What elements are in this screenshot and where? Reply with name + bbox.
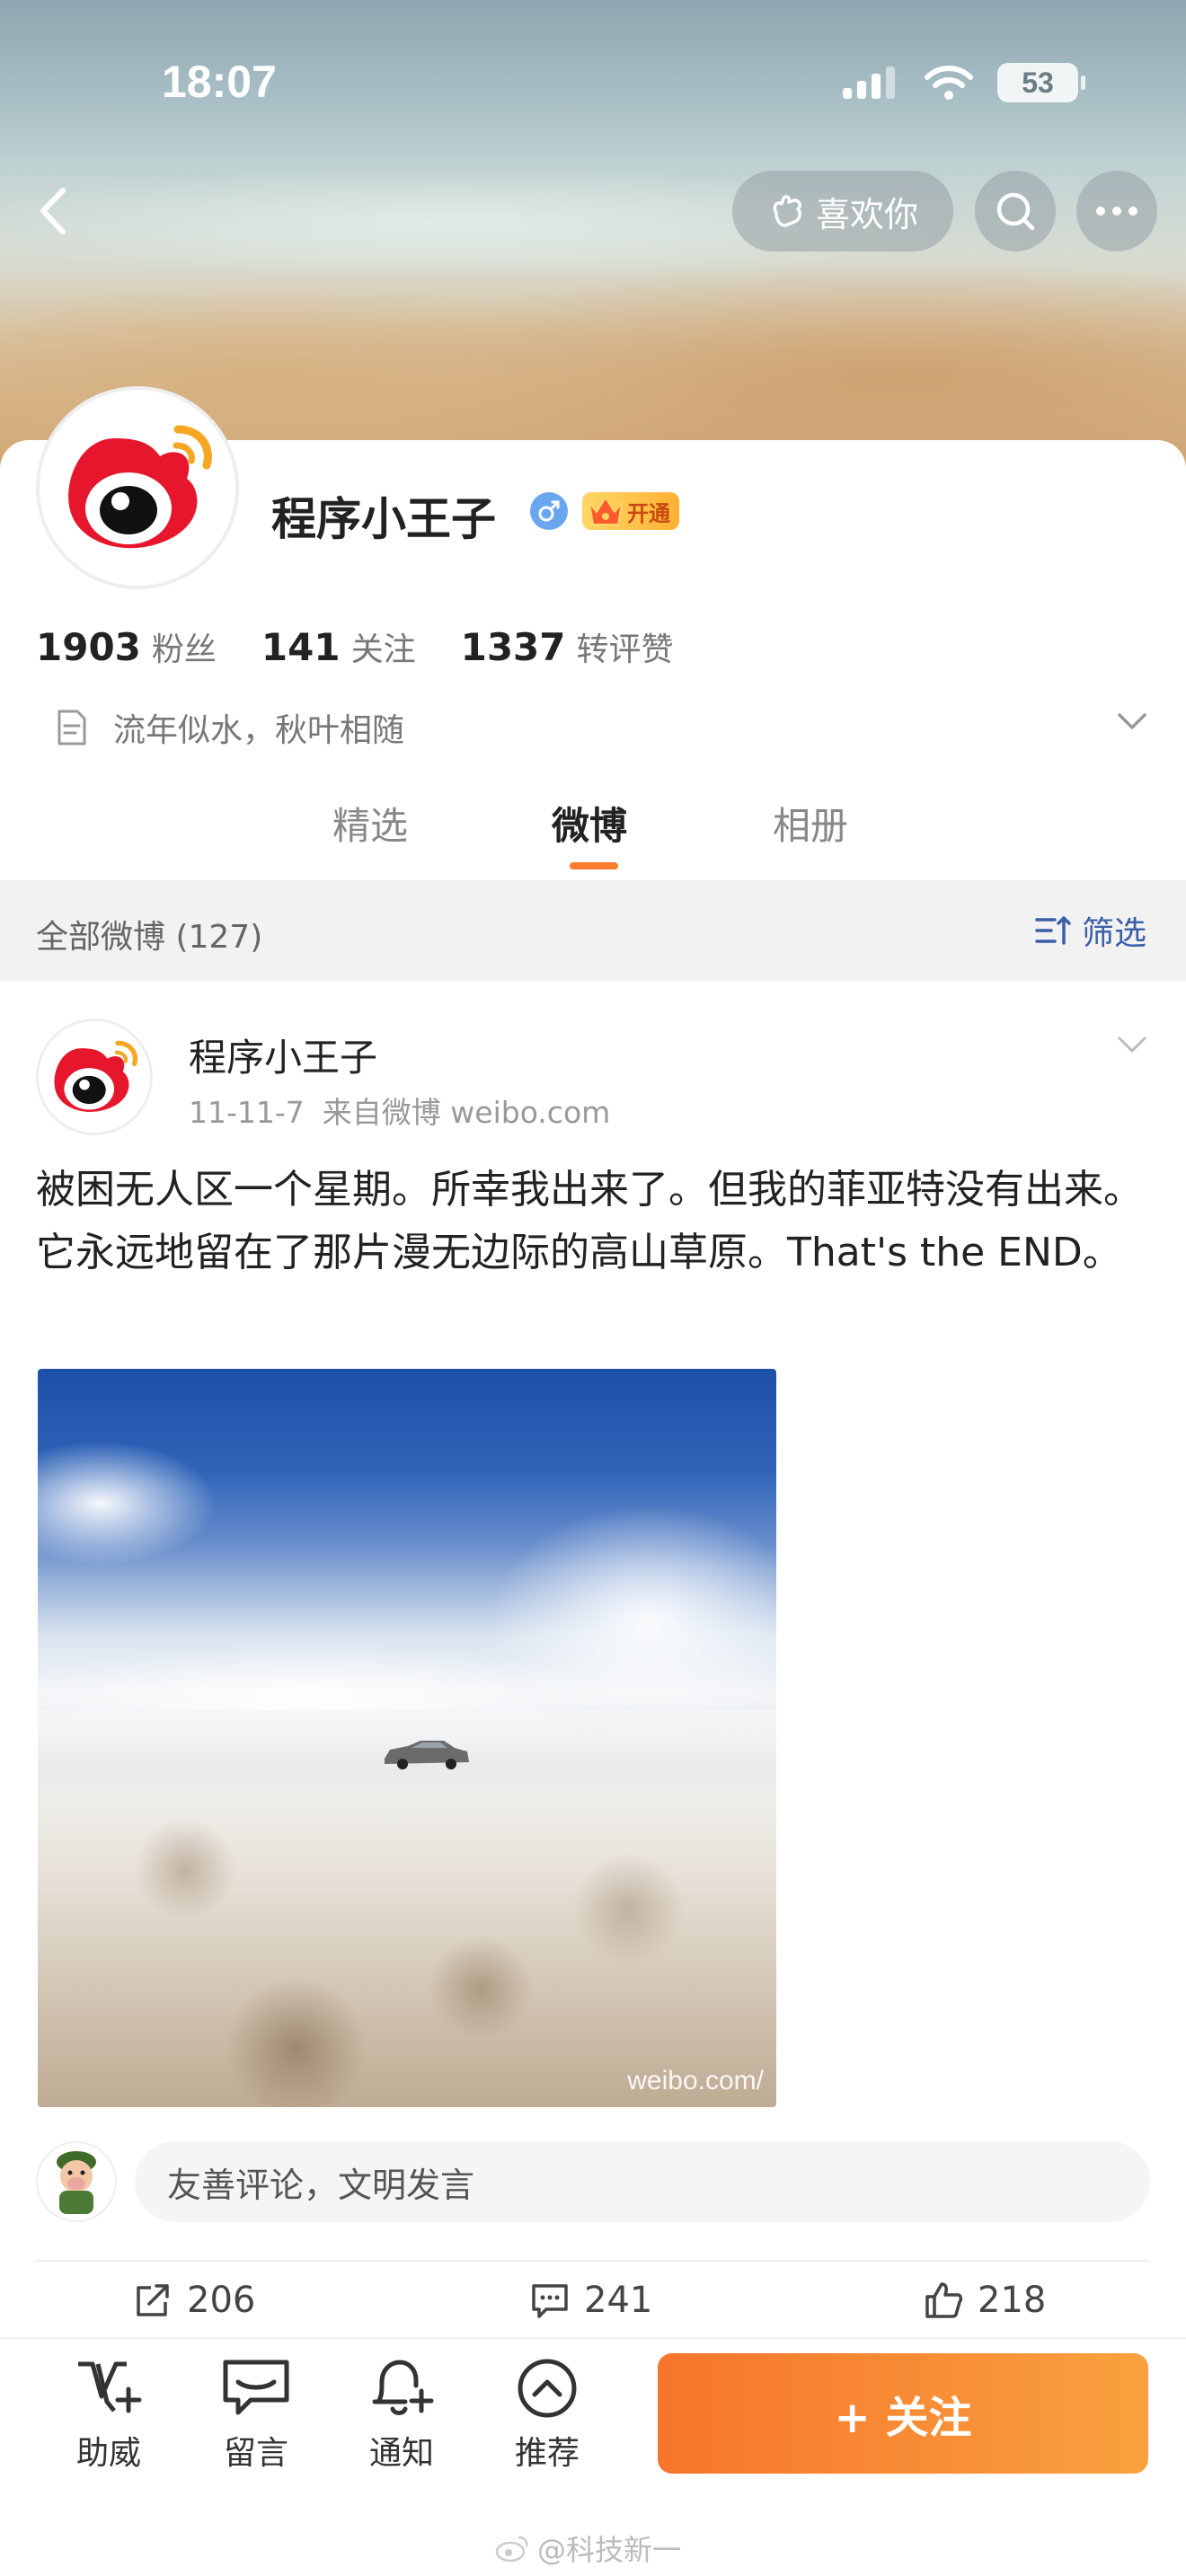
search-button[interactable] [975, 171, 1056, 251]
post-text: 被困无人区一个星期。所幸我出来了。但我的菲亚特没有出来。它永远地留在了那片漫无边… [36, 1167, 1143, 1275]
comment-input[interactable]: 友善评论，文明发言 [135, 2141, 1150, 2222]
chevron-down-icon[interactable] [1114, 708, 1150, 735]
soldier-avatar-icon [57, 2151, 96, 2214]
chevron-down-icon[interactable] [1114, 1031, 1150, 1058]
stat-followers[interactable]: 1903 粉丝 [36, 623, 217, 670]
watermark-text: @科技新一 [537, 2533, 682, 2567]
like-count: 218 [978, 2280, 1047, 2321]
car-in-image [385, 1741, 469, 1769]
search-icon [996, 192, 1035, 231]
document-icon [58, 710, 86, 745]
cheer-button[interactable]: 助威 [59, 2357, 158, 2474]
bell-plus-icon [372, 2360, 434, 2415]
all-posts-count: 全部微博 (127) [36, 919, 263, 956]
weibo-logo-icon [68, 425, 212, 549]
vip-open-badge[interactable]: 开通 [582, 492, 679, 530]
post-author-avatar[interactable] [36, 1019, 153, 1135]
filter-label: 筛选 [1081, 915, 1146, 952]
profile-username: 程序小王子 [271, 493, 496, 545]
filter-button[interactable]: 筛选 [1033, 907, 1146, 954]
back-button[interactable] [27, 180, 81, 243]
v-plus-icon [78, 2361, 142, 2413]
post-source: 来自微博 weibo.com [322, 1095, 611, 1130]
image-snowfield [38, 1710, 776, 2107]
active-tab-indicator [570, 862, 618, 869]
signal-icon [843, 66, 895, 99]
notify-label: 通知 [368, 2435, 434, 2472]
repost-count: 206 [187, 2280, 256, 2321]
comment-row: 友善评论，文明发言 [36, 2141, 1150, 2222]
message-icon [223, 2360, 289, 2415]
message-label: 留言 [223, 2435, 288, 2472]
more-button[interactable] [1076, 171, 1157, 251]
image-cloud [38, 1441, 217, 1566]
stat-number: 1903 [36, 625, 141, 669]
cheer-label: 助威 [75, 2435, 141, 2472]
stat-interactions[interactable]: 1337 转评赞 [461, 623, 674, 670]
like-you-label: 喜欢你 [815, 194, 918, 234]
filter-icon [1035, 916, 1071, 945]
commenter-avatar [36, 2141, 117, 2222]
footer-watermark: @科技新一 [494, 2527, 681, 2569]
chevron-up-circle-icon [518, 2359, 577, 2418]
repost-button[interactable]: 206 [133, 2280, 255, 2321]
share-icon [137, 2284, 169, 2316]
wifi-icon [925, 66, 973, 100]
weibo-small-icon [495, 2536, 528, 2563]
profile-bio[interactable]: 流年似水，秋叶相随 [54, 704, 1150, 751]
stat-label: 粉丝 [151, 631, 217, 668]
message-button[interactable]: 留言 [207, 2357, 305, 2474]
post-image[interactable]: weibo.com/ [38, 1369, 776, 2107]
stat-label: 转评赞 [576, 631, 674, 668]
chevron-left-icon [40, 188, 66, 234]
tab-featured[interactable]: 精选 [332, 796, 408, 851]
weibo-post: 程序小王子 11-11-7 来自微博 weibo.com 被困无人区一个星期。所幸… [0, 981, 1186, 2337]
comment-icon [532, 2284, 568, 2318]
stat-label: 关注 [350, 631, 416, 668]
male-gender-icon [530, 492, 568, 530]
bio-text: 流年似水，秋叶相随 [113, 712, 405, 749]
like-you-button[interactable]: 喜欢你 [732, 171, 953, 251]
like-button[interactable]: 218 [924, 2280, 1046, 2321]
filter-bar: 全部微博 (127) 筛选 [0, 880, 1186, 981]
stat-number: 1337 [460, 625, 566, 669]
recommend-button[interactable]: 推荐 [498, 2357, 597, 2474]
tab-album[interactable]: 相册 [773, 796, 848, 851]
battery-indicator: 53 [997, 63, 1085, 102]
divider [36, 2260, 1150, 2262]
weibo-logo-icon [54, 1040, 137, 1112]
vip-open-label: 开通 [627, 500, 670, 526]
bottom-action-bar: 助威 留言 通知 推荐 + 关注 @科技新一 [0, 2337, 1186, 2576]
post-actions: 206 241 218 [0, 2280, 1186, 2342]
hand-heart-icon [773, 195, 801, 227]
comment-button[interactable]: 241 [530, 2280, 652, 2321]
stat-following[interactable]: 141 关注 [261, 623, 416, 670]
crown-icon [588, 496, 624, 525]
more-dots-icon [1096, 207, 1137, 216]
image-watermark: weibo.com/ [627, 2066, 764, 2095]
status-time: 18:07 [162, 57, 277, 107]
notify-button[interactable]: 通知 [352, 2357, 451, 2474]
status-icons: 53 [841, 63, 1085, 102]
thumbs-up-icon [925, 2282, 963, 2318]
recommend-label: 推荐 [514, 2435, 580, 2472]
stat-number: 141 [261, 625, 341, 669]
comment-count: 241 [584, 2280, 653, 2321]
tab-weibo[interactable]: 微博 [552, 796, 627, 851]
post-author-name[interactable]: 程序小王子 [189, 1028, 377, 1082]
profile-stats: 1903 粉丝 141 关注 1337 转评赞 [36, 623, 719, 670]
follow-button[interactable]: + 关注 [658, 2353, 1148, 2474]
post-date: 11-11-7 [189, 1095, 305, 1130]
profile-avatar[interactable] [36, 386, 239, 589]
post-meta: 11-11-7 来自微博 weibo.com [189, 1089, 628, 1132]
